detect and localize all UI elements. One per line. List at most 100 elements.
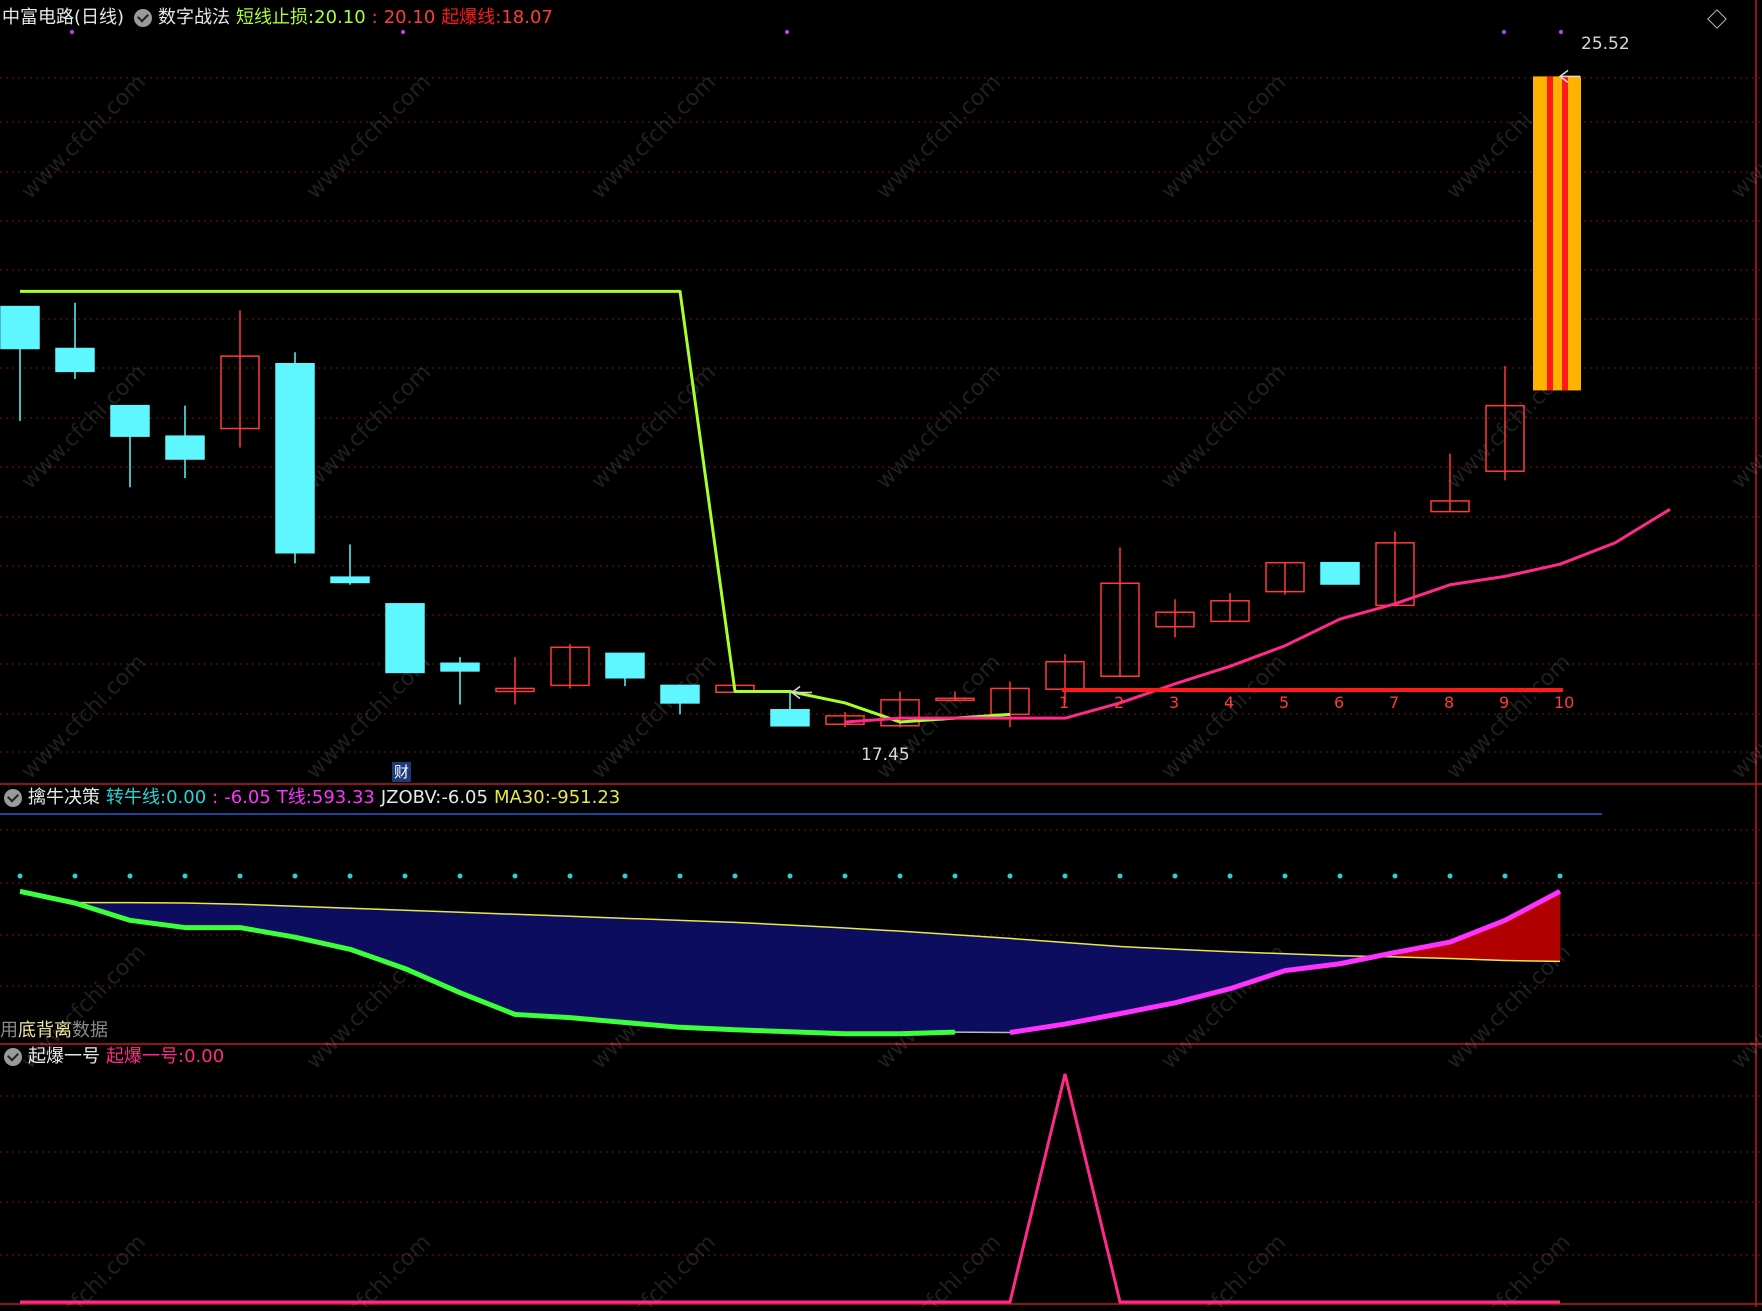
count-label: 6 — [1334, 693, 1344, 712]
low-price-label: 17.45 — [861, 745, 910, 765]
count-label: 9 — [1499, 693, 1509, 712]
bull-line-dot — [1008, 874, 1013, 879]
panel2-header: 擒牛决策 转牛线: 0.00 : -6.05 T线: 593.33 JZOBV:… — [0, 781, 626, 815]
surge-bar-stripe — [1562, 76, 1568, 390]
bottom-divergence-label[interactable]: 底背离 — [18, 1020, 72, 1041]
top-tick-dot — [785, 30, 789, 34]
bull-line-dot — [1173, 874, 1178, 879]
indicator-name[interactable]: 数字战法 — [158, 1, 230, 35]
divergence-fill — [900, 931, 955, 1034]
divergence-fill — [625, 918, 680, 1027]
watermark-text: www.cfchi.com — [17, 70, 151, 204]
watermark-text: www.cfchi.com — [1157, 1230, 1291, 1307]
panel1-header: 中富电路(日线) 数字战法 短线止损: 20.10 : 20.10 起爆线: 1… — [0, 1, 559, 35]
chart-canvas[interactable]: www.cfchi.com www.cfchi.com www.cfchi.com w… — [0, 0, 1762, 1307]
count-label: 1 — [1059, 693, 1069, 712]
bull-line-dot — [348, 874, 353, 879]
watermark-text: www.cfchi.com — [17, 1230, 151, 1307]
panel2-plot — [0, 814, 1602, 1034]
watermark-text: www.cfchi.com — [1157, 70, 1291, 204]
divergence-fill — [1065, 942, 1120, 1024]
surge-bar — [1533, 76, 1581, 390]
bull-line-dot — [1558, 874, 1563, 879]
watermark-text: www.cfchi.com — [587, 70, 721, 204]
count-label: 4 — [1224, 693, 1234, 712]
bull-line-dot — [1393, 874, 1398, 879]
candle-body — [606, 653, 644, 677]
ma30-value: -951.23 — [551, 781, 620, 815]
chart-window[interactable]: www.cfchi.com www.cfchi.com www.cfchi.com w… — [0, 0, 1762, 1307]
divergence-fill — [185, 903, 240, 928]
separator2: : — [212, 781, 218, 815]
top-tick-dot — [1559, 30, 1563, 34]
ma30-label: MA30: — [494, 781, 551, 815]
watermark-text: www.cfchi.com — [1442, 650, 1576, 784]
panel3-plot — [20, 1074, 1560, 1302]
bull-line-label: 转牛线: — [106, 781, 166, 815]
indicator-toggle-icon[interactable] — [134, 9, 152, 27]
divergence-fill — [1505, 891, 1560, 961]
finance-tag[interactable]: 财 — [392, 762, 411, 782]
t-line-label: T线: — [277, 781, 312, 815]
bull-line-dot — [788, 874, 793, 879]
bull-line-dot — [238, 874, 243, 879]
watermark-text: www.cfchi.com — [587, 1230, 721, 1307]
divergence-fill — [680, 920, 735, 1029]
jzobv-value: -6.05 — [441, 781, 488, 815]
candle-body — [661, 685, 699, 703]
bull-line-dot — [898, 874, 903, 879]
bull-line-dot — [1338, 874, 1343, 879]
candle-body — [441, 663, 479, 671]
bull-line-dot — [183, 874, 188, 879]
watermark-text: www.cfchi.com — [1442, 1230, 1576, 1307]
divergence-fill — [790, 925, 845, 1034]
watermark-text: www.cfchi.com — [1157, 360, 1291, 494]
separator: : — [372, 1, 378, 35]
surge-one-value: 0.00 — [184, 1040, 224, 1074]
watermark-text: www.cfchi.com — [1157, 650, 1291, 784]
panel1-plot: 12345678910 — [1, 70, 1670, 727]
indicator2-toggle-icon[interactable] — [4, 789, 22, 807]
short-stop-value: 20.10 — [314, 1, 366, 35]
stock-name[interactable]: 中富电路(日线) — [2, 1, 124, 35]
bull-line-dot — [1118, 874, 1123, 879]
indicator3-toggle-icon[interactable] — [4, 1048, 22, 1066]
candle-body — [771, 710, 809, 726]
bull-line-dot — [733, 874, 738, 879]
candle-body — [56, 348, 94, 371]
bull-line-dot — [623, 874, 628, 879]
bull-line-dot — [458, 874, 463, 879]
candle-body — [166, 436, 204, 459]
divergence-fill — [460, 912, 515, 1014]
count-label: 5 — [1279, 693, 1289, 712]
bull-line-dot — [678, 874, 683, 879]
watermark-text: www.cfchi.com — [587, 360, 721, 494]
bull-line-dot — [568, 874, 573, 879]
divergence-fill — [845, 928, 900, 1034]
value2-b: -6.05 — [224, 781, 271, 815]
bull-line-dot — [843, 874, 848, 879]
high-price-label: 25.52 — [1581, 34, 1630, 54]
candle-body — [1, 307, 39, 349]
divergence-fill — [570, 916, 625, 1022]
bull-line-dot — [128, 874, 133, 879]
bull-line-dot — [1063, 874, 1068, 879]
top-tick-dot — [1502, 30, 1506, 34]
footer-suffix: 数据 — [72, 1020, 108, 1041]
jzobv-label: JZOBV: — [381, 781, 442, 815]
indicator3-name[interactable]: 起爆一号 — [28, 1040, 100, 1074]
surge-line-value: 18.07 — [501, 1, 553, 35]
divergence-fill — [515, 914, 570, 1017]
watermark-text: www.cfchi.com — [302, 70, 436, 204]
indicator2-name[interactable]: 擒牛决策 — [28, 781, 100, 815]
bull-line-dot — [403, 874, 408, 879]
bull-line-dot — [73, 874, 78, 879]
bull-line-dot — [1448, 874, 1453, 879]
watermark-text: www.cfchi.com — [302, 360, 436, 494]
candle-body — [386, 604, 424, 673]
candle-body — [331, 577, 369, 582]
watermark-text: www.cfchi.com — [872, 360, 1006, 494]
divergence-fill — [735, 922, 790, 1031]
watermark-text: www.cfchi.com — [17, 650, 151, 784]
t-line-value: 593.33 — [312, 781, 375, 815]
